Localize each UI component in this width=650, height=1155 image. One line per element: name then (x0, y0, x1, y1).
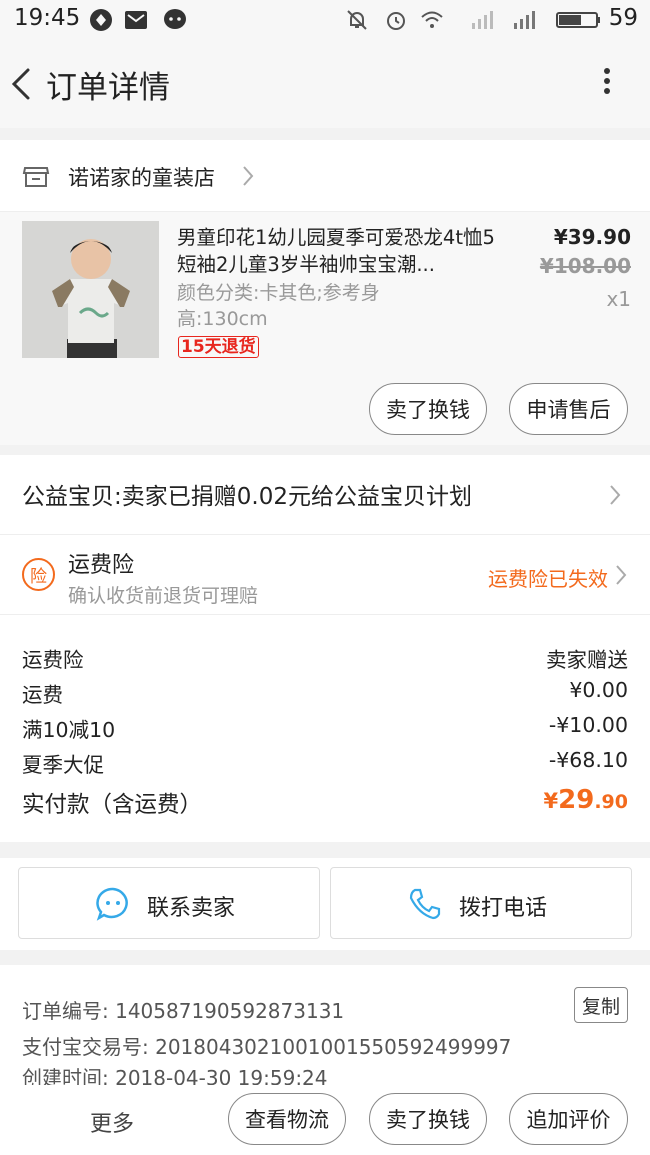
total-currency: ¥ (543, 789, 559, 813)
shipping-insurance-row[interactable]: 险 运费险 确认收货前退货可理赔 运费险已失效 (0, 535, 650, 615)
product-title[interactable]: 男童印花1幼儿园夏季可爱恐龙4t恤5短袖2儿童3岁半袖帅宝宝潮... (177, 224, 499, 278)
chat-notification-icon (164, 9, 186, 29)
mute-icon (347, 10, 367, 30)
app-notification-icon (90, 9, 112, 31)
product-original-price: ¥108.00 (539, 254, 631, 278)
insurance-title: 运费险 (68, 553, 135, 578)
cost-label: 运费 (22, 683, 63, 707)
sell-button[interactable]: 卖了换钱 (369, 1093, 487, 1145)
order-number: 订单编号: 140587190592873131 (22, 999, 345, 1023)
chevron-right-icon (243, 166, 254, 186)
insurance-status: 运费险已失效 (488, 567, 608, 591)
cost-label: 运费险 (22, 648, 84, 672)
more-options-icon[interactable] (590, 64, 624, 104)
copy-button[interactable]: 复制 (574, 987, 628, 1023)
insurance-icon: 险 (22, 558, 55, 591)
page-title: 订单详情 (46, 70, 170, 106)
cost-value: -¥68.10 (548, 748, 628, 772)
insurance-subtitle: 确认收货前退货可理赔 (68, 585, 259, 607)
shop-row[interactable]: 诺诺家的童装店 (0, 140, 650, 212)
product-spec: 颜色分类:卡其色;参考身高:130cm (177, 282, 380, 330)
nav-bar: 订单详情 (0, 40, 650, 128)
call-button[interactable]: 拨打电话 (330, 867, 632, 939)
status-bar: 19:45 59 (0, 0, 650, 40)
chat-bubble-icon (96, 887, 128, 921)
cost-row: 满10减10 -¥10.00 (22, 713, 628, 743)
chevron-right-icon (616, 565, 627, 585)
cost-breakdown: 运费险 卖家赠送 运费 ¥0.00 满10减10 -¥10.00 夏季大促 -¥… (0, 615, 650, 842)
contact-seller-button[interactable]: 联系卖家 (18, 867, 320, 939)
cost-row: 夏季大促 -¥68.10 (22, 748, 628, 778)
charity-text: 公益宝贝:卖家已捐赠0.02元给公益宝贝计划 (22, 484, 472, 510)
product-image[interactable] (22, 221, 159, 358)
status-time: 19:45 (14, 5, 81, 31)
product-photo (22, 221, 159, 358)
total-label: 实付款（含运费） (22, 792, 203, 818)
view-logistics-button[interactable]: 查看物流 (228, 1093, 346, 1145)
phone-icon (409, 888, 441, 920)
alarm-icon (387, 12, 405, 30)
mail-notification-icon (125, 11, 147, 29)
sell-button[interactable]: 卖了换钱 (369, 383, 487, 435)
battery-level: 59 (608, 5, 638, 31)
product-quantity: x1 (606, 287, 631, 311)
chevron-right-icon (610, 485, 621, 505)
total-integer: 29 (558, 785, 595, 815)
back-icon[interactable] (4, 62, 44, 106)
shop-name: 诺诺家的童装店 (68, 166, 215, 190)
add-review-button[interactable]: 追加评价 (509, 1093, 628, 1145)
call-label: 拨打电话 (459, 896, 548, 921)
cost-value: -¥10.00 (548, 713, 628, 737)
signal-icon (472, 11, 493, 29)
battery-icon (556, 12, 600, 28)
total-decimal: .90 (594, 791, 628, 813)
cost-value: 卖家赠送 (546, 648, 628, 672)
more-button[interactable]: 更多 (90, 1106, 134, 1138)
store-icon (22, 167, 50, 187)
signal-4g-icon (514, 11, 535, 29)
cost-row: 运费险 卖家赠送 (22, 643, 628, 673)
total-paid-row: 实付款（含运费） ¥29.90 (22, 785, 628, 823)
bottom-action-bar: 更多 查看物流 卖了换钱 追加评价 (0, 1085, 650, 1155)
product-price: ¥39.90 (553, 225, 631, 249)
return-policy-badge: 15天退货 (178, 336, 259, 358)
cost-row: 运费 ¥0.00 (22, 678, 628, 708)
contact-bar: 联系卖家 拨打电话 (0, 858, 650, 950)
cost-label: 夏季大促 (22, 753, 104, 777)
alipay-trade-number: 支付宝交易号: 2018043021001001550592499997 (22, 1035, 512, 1059)
product-item: 男童印花1幼儿园夏季可爱恐龙4t恤5短袖2儿童3岁半袖帅宝宝潮... 颜色分类:… (0, 212, 650, 445)
after-sale-button[interactable]: 申请售后 (509, 383, 628, 435)
cost-label: 满10减10 (22, 718, 116, 742)
charity-row[interactable]: 公益宝贝:卖家已捐赠0.02元给公益宝贝计划 (0, 455, 650, 535)
total-amount: ¥29.90 (544, 785, 628, 815)
cost-value: ¥0.00 (569, 678, 628, 702)
contact-seller-label: 联系卖家 (147, 896, 236, 921)
wifi-icon (421, 11, 443, 28)
